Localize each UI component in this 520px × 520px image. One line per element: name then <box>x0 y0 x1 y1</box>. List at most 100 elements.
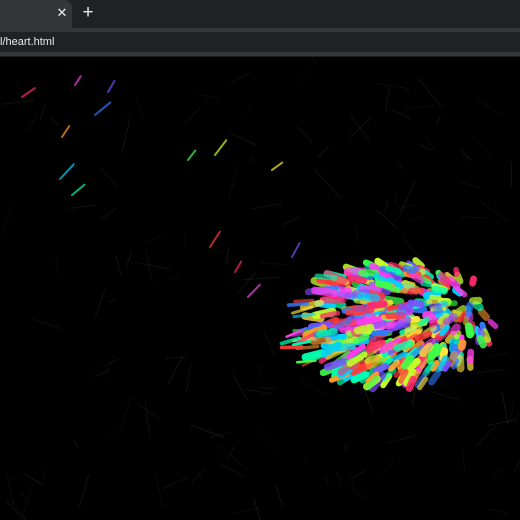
active-tab[interactable]: ✕ <box>0 0 72 28</box>
heart-particle <box>393 340 414 352</box>
background-streak <box>476 140 492 158</box>
background-streak <box>263 330 276 357</box>
background-streak <box>376 82 410 90</box>
spark-streak <box>59 163 75 180</box>
background-streak <box>474 425 497 447</box>
background-streak <box>103 354 116 381</box>
heart-particle <box>477 307 491 321</box>
background-streak <box>99 167 118 187</box>
background-streak <box>141 111 142 120</box>
background-streak <box>385 86 391 112</box>
background-streak <box>232 374 249 401</box>
close-icon[interactable]: ✕ <box>55 6 69 20</box>
background-streak <box>22 485 33 517</box>
background-streak <box>126 111 132 119</box>
background-streak <box>104 430 122 441</box>
heart-particle <box>371 329 389 336</box>
spark-streak <box>214 139 228 156</box>
background-streak <box>50 117 60 127</box>
background-streak <box>145 250 153 282</box>
background-streak <box>230 132 257 146</box>
heart-particle <box>465 301 474 318</box>
address-bar[interactable] <box>0 32 520 52</box>
background-streak <box>93 288 106 320</box>
heart-particle <box>364 316 384 326</box>
heart-particle <box>400 354 415 370</box>
spark-streak <box>247 283 261 298</box>
spark-streak <box>234 260 243 273</box>
background-streak <box>379 460 394 477</box>
heart-particle <box>426 351 437 365</box>
background-streak <box>55 255 59 275</box>
background-streak <box>162 477 187 490</box>
background-streak <box>314 169 342 199</box>
heart-particle <box>404 324 418 333</box>
background-streak <box>259 387 278 390</box>
heart-particle <box>420 280 433 288</box>
background-streak <box>274 483 283 507</box>
background-streak <box>0 205 15 237</box>
background-streak <box>462 450 464 474</box>
plus-icon[interactable]: + <box>78 3 98 23</box>
background-streak <box>488 352 510 357</box>
heart-particle <box>433 344 445 357</box>
heart-particle <box>279 336 301 346</box>
url-text: l/heart.html <box>0 36 55 48</box>
heart-particle <box>319 310 341 319</box>
background-streak <box>324 476 330 486</box>
background-streak <box>298 378 329 397</box>
background-streak <box>258 431 280 450</box>
background-streak <box>120 395 133 427</box>
background-streak <box>475 97 501 116</box>
background-streak <box>184 107 201 124</box>
heart-particle <box>375 280 392 289</box>
background-streak <box>384 199 389 214</box>
background-streak <box>190 424 225 438</box>
heart-particle <box>480 328 492 343</box>
background-streak <box>399 181 416 213</box>
heart-particle <box>279 344 304 350</box>
heart-particle <box>429 294 442 301</box>
heart-particle <box>457 339 467 351</box>
background-streak <box>335 471 342 483</box>
background-streak <box>404 106 439 110</box>
heart-particle <box>323 358 347 371</box>
background-streak <box>476 368 506 374</box>
background-streak <box>480 201 510 223</box>
background-streak <box>144 234 162 244</box>
background-streak <box>304 454 309 463</box>
background-streak <box>258 365 263 382</box>
background-streak <box>296 125 313 144</box>
heart-particle <box>439 324 451 337</box>
browser-toolbar: l/heart.html <box>0 28 520 57</box>
heart-particle <box>396 307 414 316</box>
background-streak <box>23 473 45 486</box>
background-streak <box>395 192 397 204</box>
heart-particle <box>357 292 381 303</box>
heart-particle <box>407 287 425 295</box>
background-streak <box>460 150 473 162</box>
heart-particle <box>449 323 461 336</box>
heart-particle <box>453 266 460 277</box>
heart-particle <box>358 269 380 277</box>
heart-particle <box>295 359 317 364</box>
background-streak <box>418 144 433 151</box>
background-streak <box>135 99 141 110</box>
background-streak <box>191 467 207 483</box>
heart-particle <box>432 308 444 315</box>
heart-particle <box>431 285 448 295</box>
background-streak <box>431 391 462 401</box>
background-streak <box>40 103 46 120</box>
background-streak <box>417 78 442 107</box>
heart-particle <box>347 274 368 284</box>
background-streak <box>70 204 97 209</box>
background-streak <box>348 112 372 144</box>
background-streak <box>78 472 90 509</box>
background-streak <box>101 207 118 220</box>
background-streak <box>185 362 192 393</box>
heart-particle <box>293 298 315 304</box>
background-streak <box>137 403 161 421</box>
background-streak <box>198 94 220 99</box>
heart-particle <box>387 359 400 372</box>
page-canvas[interactable] <box>0 57 520 520</box>
